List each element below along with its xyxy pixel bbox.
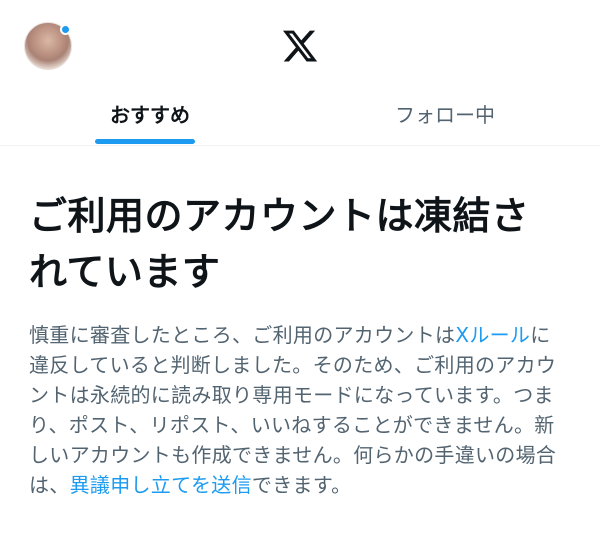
notice-body-part-3: できます。: [251, 473, 352, 497]
x-logo-icon[interactable]: [281, 27, 319, 65]
x-rules-link[interactable]: Xルール: [455, 323, 530, 347]
suspension-notice: ご利用のアカウントは凍結されています 慎重に審査したところ、ご利用のアカウントは…: [0, 146, 600, 500]
notification-dot: [60, 24, 71, 35]
notice-body-part-1: 慎重に審査したところ、ご利用のアカウントは: [29, 323, 456, 347]
tab-following[interactable]: フォロー中: [295, 90, 595, 146]
notice-body: 慎重に審査したところ、ご利用のアカウントはXルールに違反していると判断しました。…: [29, 320, 568, 500]
timeline-tabs: おすすめ フォロー中: [0, 90, 600, 146]
tab-following-label: フォロー中: [395, 103, 495, 127]
top-bar: [0, 0, 600, 90]
notice-title: ご利用のアカウントは凍結されています: [29, 194, 530, 294]
tab-for-you[interactable]: おすすめ: [0, 90, 300, 146]
tab-for-you-label: おすすめ: [110, 103, 190, 127]
appeal-link[interactable]: 異議申し立てを送信: [70, 473, 252, 497]
notice-body-part-2: に違反していると判断しました。そのため、ご利用のアカウントは永続的に読み取り専用…: [29, 323, 557, 497]
active-tab-indicator: [95, 139, 195, 144]
